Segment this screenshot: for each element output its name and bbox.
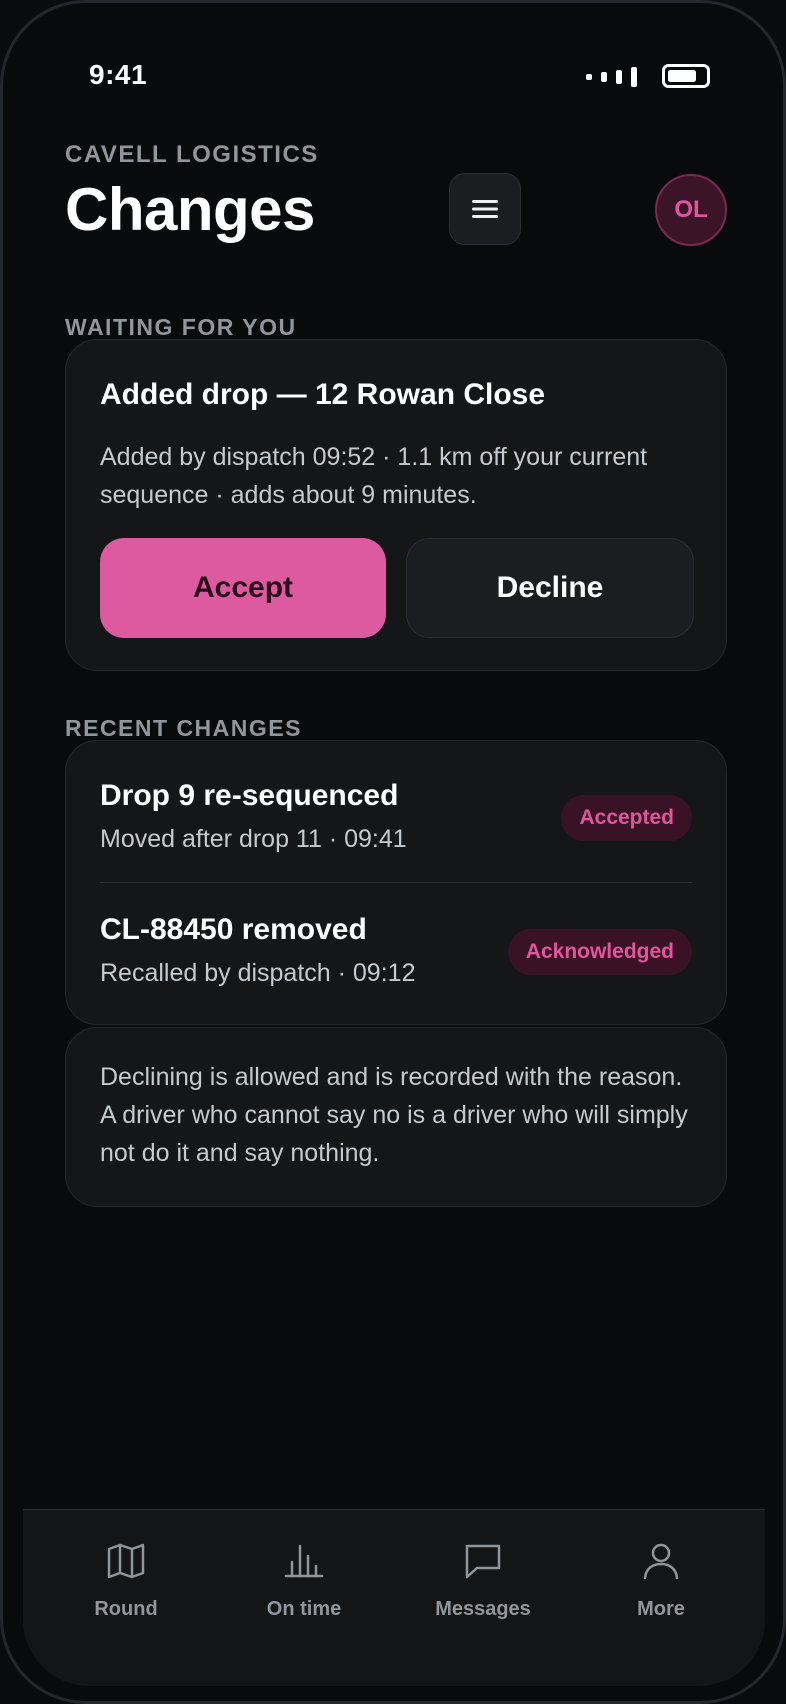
- message-icon: [465, 1544, 501, 1579]
- tab-label: On time: [266, 1598, 342, 1620]
- tab-on-time[interactable]: On time: [224, 1540, 384, 1621]
- change-subtitle: Moved after drop 11 · 09:41: [100, 825, 407, 853]
- status-badge: Accepted: [561, 795, 692, 841]
- avatar-initials: OL: [674, 196, 708, 223]
- avatar[interactable]: OL: [655, 174, 727, 246]
- info-note-card: Declining is allowed and is recorded wit…: [65, 1027, 727, 1207]
- change-subtitle: Recalled by dispatch · 09:12: [100, 959, 416, 987]
- battery-icon: [662, 64, 710, 88]
- map-icon: [107, 1543, 145, 1579]
- decline-button[interactable]: Decline: [406, 538, 694, 638]
- menu-button[interactable]: [449, 173, 521, 245]
- recent-section-label: RECENT CHANGES: [65, 715, 302, 741]
- tab-messages[interactable]: Messages: [403, 1540, 563, 1621]
- hamburger-menu-icon: [472, 200, 498, 218]
- tab-label: Round: [94, 1598, 158, 1620]
- bottom-tab-bar: Round On time Messages More: [23, 1509, 765, 1686]
- change-title: CL-88450 removed: [100, 913, 367, 946]
- pending-change-description: Added by dispatch 09:52 · 1.1 km off you…: [100, 443, 648, 509]
- status-bar: 9:41: [3, 3, 783, 133]
- recent-changes-card: Drop 9 re-sequenced Moved after drop 11 …: [65, 740, 727, 1025]
- phone-frame: 9:41 CAVELL LOGISTICS Changes OL WAITING…: [0, 0, 786, 1704]
- waiting-section-label: WAITING FOR YOU: [65, 314, 297, 340]
- tab-more[interactable]: More: [581, 1540, 741, 1621]
- tab-round[interactable]: Round: [46, 1540, 206, 1621]
- user-icon: [643, 1543, 679, 1580]
- bar-chart-icon: [284, 1544, 324, 1578]
- status-badge: Acknowledged: [507, 929, 692, 975]
- list-item[interactable]: Drop 9 re-sequenced Moved after drop 11 …: [100, 741, 692, 875]
- pending-change-card: Added drop — 12 Rowan Close Added by dis…: [65, 339, 727, 671]
- page-title: Changes: [65, 176, 315, 243]
- signal-icon: [586, 67, 637, 87]
- change-title: Drop 9 re-sequenced: [100, 779, 399, 812]
- pending-change-title: Added drop — 12 Rowan Close: [100, 378, 546, 411]
- tab-label: Messages: [435, 1598, 531, 1620]
- status-time: 9:41: [89, 59, 148, 90]
- tab-label: More: [637, 1598, 685, 1620]
- accept-button[interactable]: Accept: [100, 538, 386, 638]
- info-note-text: Declining is allowed and is recorded wit…: [100, 1063, 688, 1167]
- company-name: CAVELL LOGISTICS: [65, 141, 319, 168]
- list-item[interactable]: CL-88450 removed Recalled by dispatch · …: [100, 875, 692, 1009]
